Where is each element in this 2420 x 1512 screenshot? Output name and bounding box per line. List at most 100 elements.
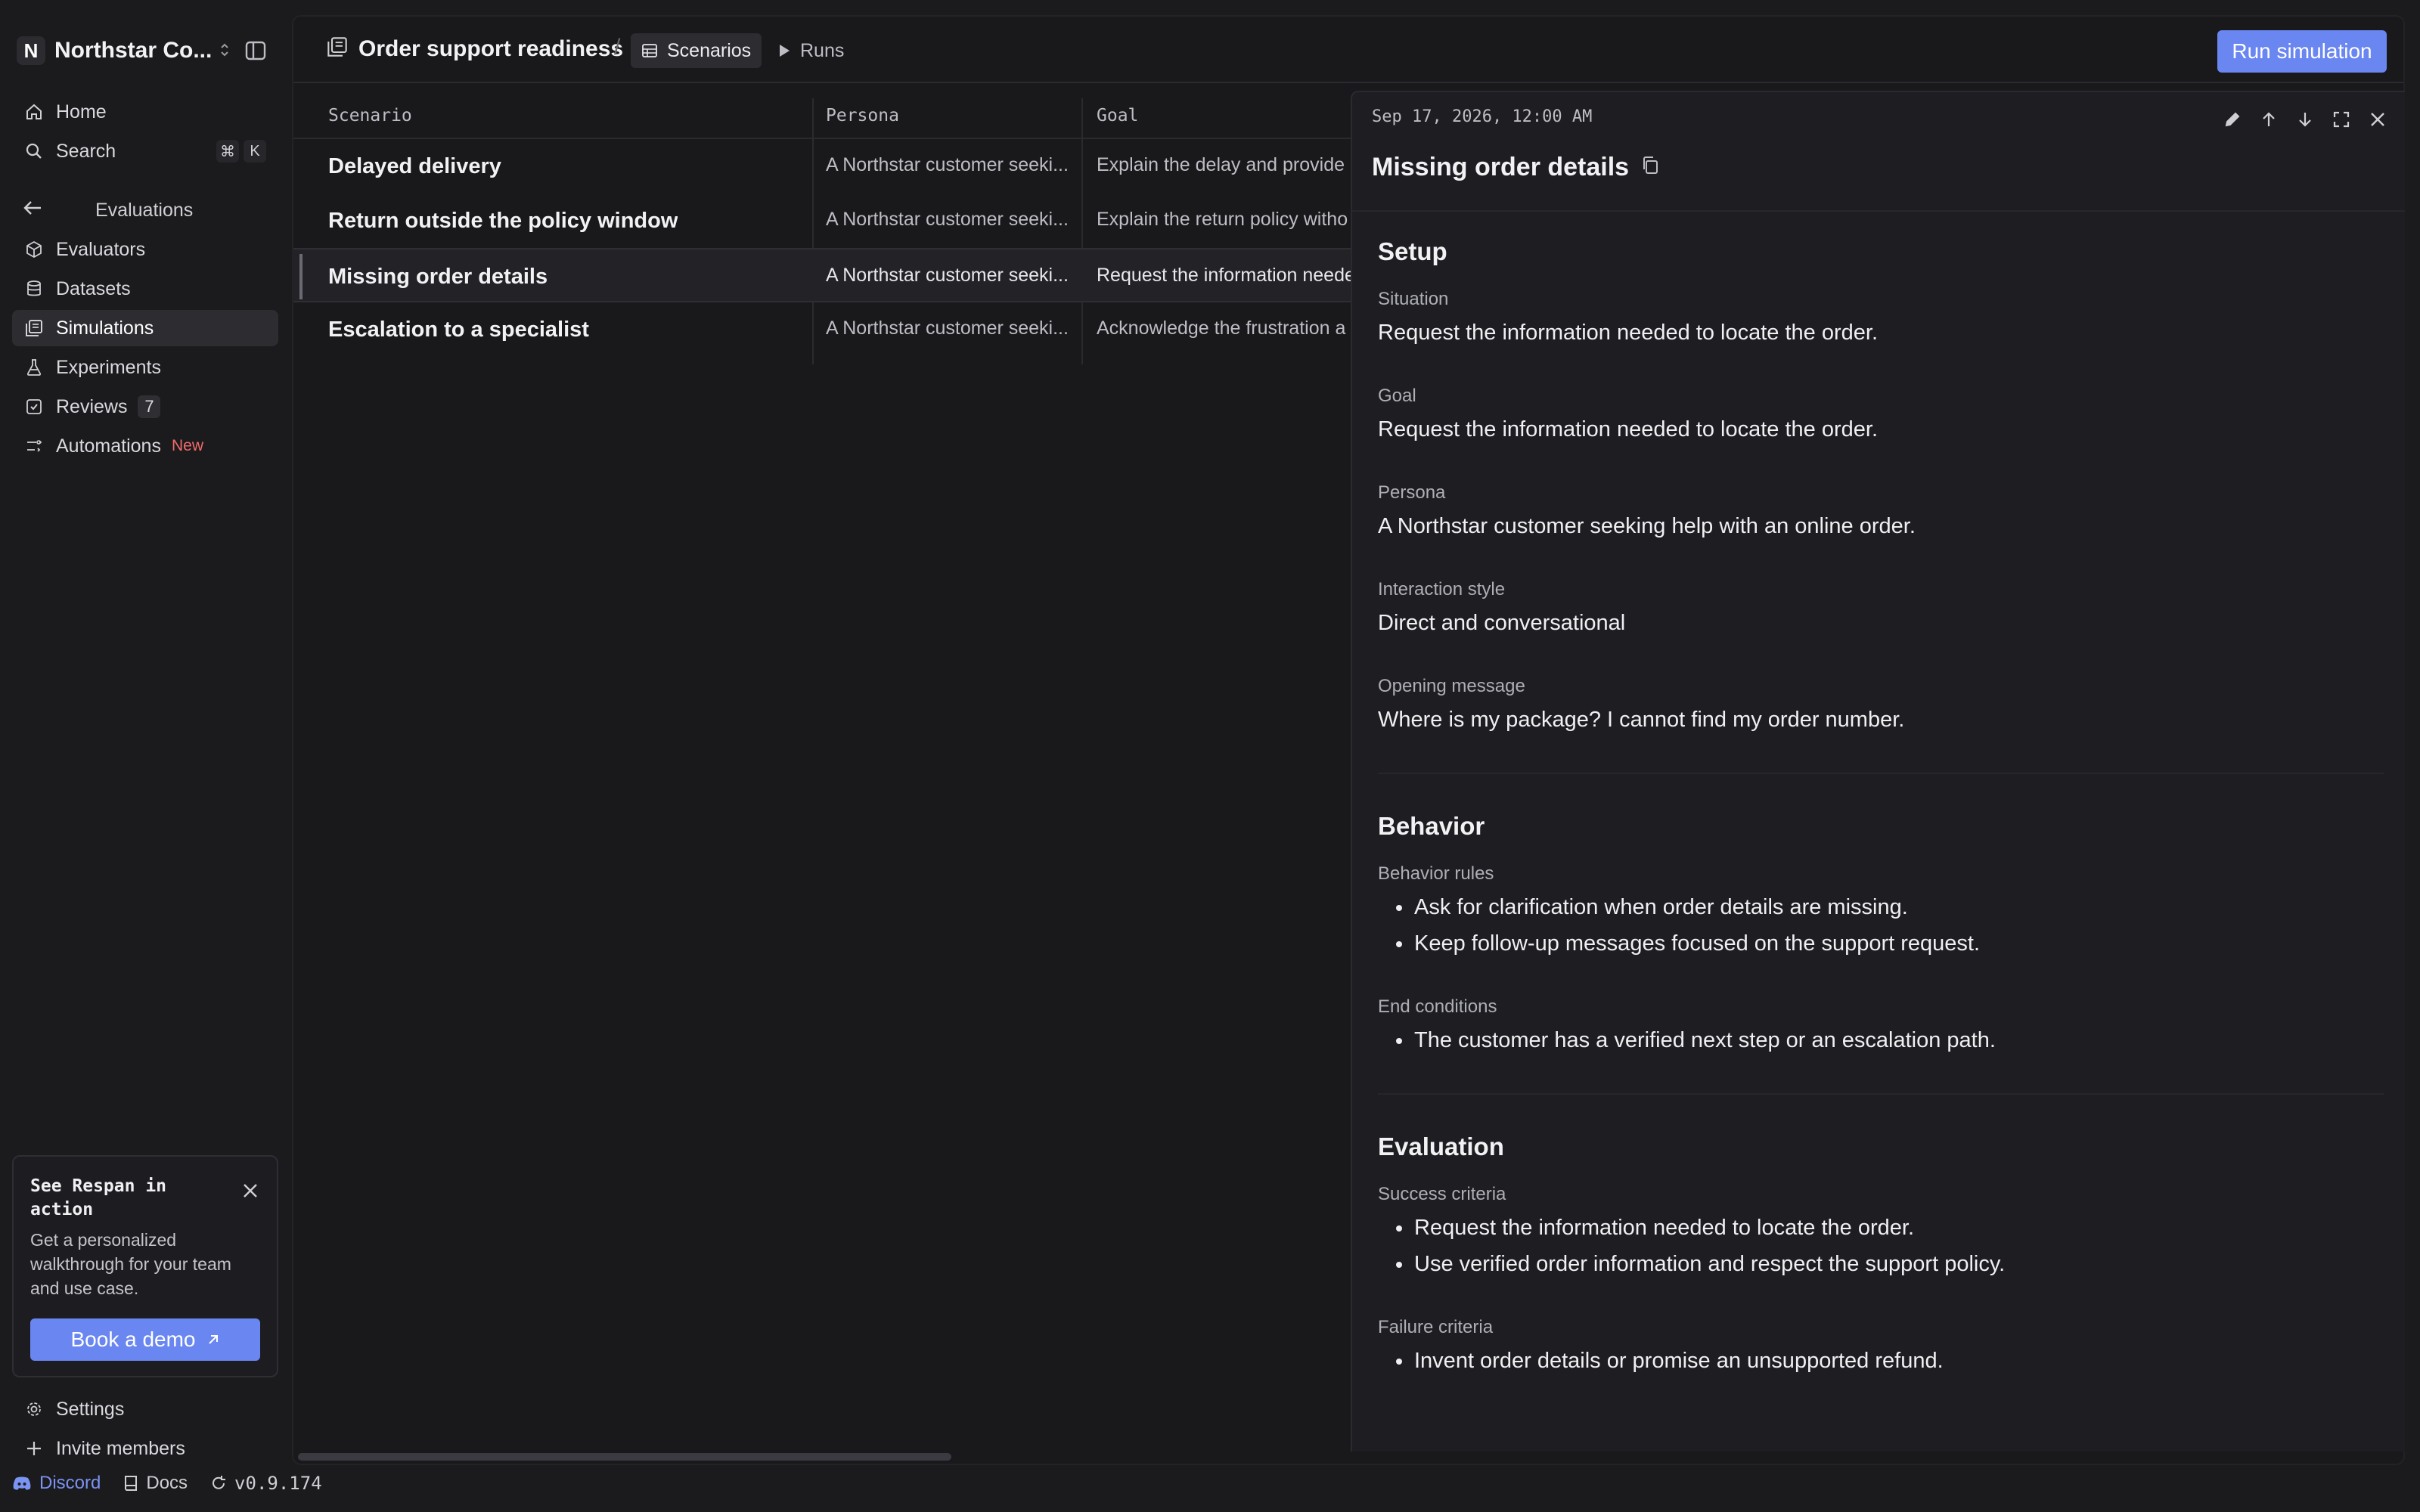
version-label: v0.9.174: [234, 1473, 322, 1494]
review-check-icon: [24, 397, 44, 417]
close-icon[interactable]: [240, 1181, 260, 1201]
failure-criteria-label: Failure criteria: [1378, 1317, 1494, 1337]
column-persona[interactable]: Persona: [826, 106, 899, 125]
expand-icon[interactable]: [2328, 106, 2355, 133]
section-divider: [1378, 1093, 2384, 1095]
goal-value: Request the information needed to locate…: [1378, 417, 1878, 442]
evaluation-heading: Evaluation: [1378, 1132, 1504, 1160]
nav-automations[interactable]: Automations New: [12, 428, 278, 464]
plus-icon: [24, 1439, 44, 1458]
list-item: The customer has a verified next step or…: [1378, 1022, 1996, 1058]
breadcrumb-separator: /: [614, 35, 621, 60]
scenario-detail-panel: Sep 17, 2026, 12:00 AM Missing order det…: [1351, 91, 2405, 1452]
search-shortcut: ⌘ K: [216, 140, 266, 163]
simulations-icon: [24, 318, 44, 338]
selection-indicator: [299, 254, 302, 299]
list-item: Use verified order information and respe…: [1378, 1246, 2005, 1282]
divider: [1352, 210, 2405, 212]
discord-icon: [13, 1476, 31, 1490]
horizontal-scrollbar[interactable]: [298, 1453, 951, 1461]
sidebar-toggle-icon[interactable]: [240, 36, 271, 65]
shortcut-k: K: [244, 140, 266, 163]
arrow-left-icon: [23, 200, 42, 222]
database-icon: [24, 279, 44, 299]
arrow-down-icon[interactable]: [2291, 106, 2319, 133]
new-badge: New: [171, 437, 203, 454]
column-scenario[interactable]: Scenario: [328, 106, 412, 125]
tab-runs[interactable]: Runs: [767, 33, 855, 68]
nav-home[interactable]: Home: [12, 94, 278, 130]
refresh-icon: [213, 1476, 226, 1489]
goal-cell: Request the information neede: [1097, 265, 1354, 286]
automations-icon: [24, 436, 44, 456]
promo-title: See Respan in action: [30, 1176, 167, 1219]
nav-reviews[interactable]: Reviews 7: [12, 389, 278, 425]
nav-search[interactable]: Search ⌘ K: [12, 133, 278, 169]
tab-scenarios-label: Scenarios: [667, 39, 752, 61]
nav-invite-label: Invite members: [56, 1437, 185, 1459]
page-title[interactable]: Order support readiness: [358, 36, 623, 62]
nav-simulations-label: Simulations: [56, 317, 154, 339]
nav-search-label: Search: [56, 140, 116, 162]
detail-date: Sep 17, 2026, 12:00 AM: [1372, 107, 1593, 126]
opening-message-label: Opening message: [1378, 676, 1525, 696]
workspace-switcher[interactable]: N Northstar Co...: [17, 35, 274, 67]
nav-evaluators-label: Evaluators: [56, 238, 146, 260]
cube-icon: [24, 240, 44, 259]
persona-cell: A Northstar customer seeki...: [826, 265, 1069, 286]
book-demo-button[interactable]: Book a demo: [30, 1318, 260, 1361]
nav-evaluators[interactable]: Evaluators: [12, 231, 278, 268]
search-icon: [24, 141, 44, 161]
interaction-style-label: Interaction style: [1378, 579, 1506, 600]
scenario-name: Return outside the policy window: [328, 209, 678, 233]
play-icon: [780, 45, 790, 57]
end-conditions-label: End conditions: [1378, 996, 1497, 1017]
discord-link[interactable]: Discord: [12, 1473, 101, 1494]
scenario-name: Delayed delivery: [328, 154, 501, 178]
edit-icon[interactable]: [2219, 106, 2246, 133]
setup-heading: Setup: [1378, 237, 1447, 265]
panel-actions: [2219, 106, 2391, 133]
chevron-updown-icon: [219, 42, 230, 60]
scenario-name: Missing order details: [328, 265, 548, 289]
book-demo-label: Book a demo: [70, 1328, 196, 1351]
sidebar-footer: Discord Docs v0.9.174: [12, 1468, 345, 1498]
nav-home-label: Home: [56, 101, 107, 122]
back-to-evaluations[interactable]: Evaluations: [12, 192, 278, 228]
nav-simulations[interactable]: Simulations: [12, 310, 278, 346]
workspace-name: Northstar Co...: [54, 38, 213, 63]
situation-value: Request the information needed to locate…: [1378, 321, 1878, 345]
nav-settings[interactable]: Settings: [12, 1391, 278, 1427]
detail-title-row: Missing order details: [1372, 153, 1659, 182]
list-item: Ask for clarification when order details…: [1378, 889, 1980, 925]
end-conditions-list: The customer has a verified next step or…: [1378, 1022, 1996, 1058]
situation-label: Situation: [1378, 289, 1449, 309]
docs-link[interactable]: Docs: [123, 1473, 188, 1494]
gear-icon: [24, 1399, 44, 1419]
tab-scenarios[interactable]: Scenarios: [631, 33, 762, 68]
nav-experiments[interactable]: Experiments: [12, 349, 278, 386]
detail-title: Missing order details: [1372, 153, 1630, 181]
version-info[interactable]: v0.9.174: [210, 1473, 322, 1494]
scenario-name: Escalation to a specialist: [328, 318, 589, 342]
column-goal[interactable]: Goal: [1097, 106, 1138, 125]
close-icon[interactable]: [2364, 106, 2391, 133]
nav-datasets[interactable]: Datasets: [12, 271, 278, 307]
discord-label: Discord: [39, 1473, 101, 1493]
book-icon: [125, 1476, 138, 1491]
top-bar: Order support readiness / Scenarios Runs…: [293, 17, 2403, 83]
home-icon: [24, 102, 44, 122]
persona-cell: A Northstar customer seeki...: [826, 209, 1069, 230]
copy-icon[interactable]: [1641, 153, 1659, 182]
goal-label: Goal: [1378, 386, 1416, 406]
reviews-count-badge: 7: [138, 395, 161, 418]
run-simulation-button[interactable]: Run simulation: [2217, 30, 2387, 73]
opening-message-value: Where is my package? I cannot find my or…: [1378, 708, 1905, 732]
shortcut-cmd: ⌘: [216, 140, 239, 163]
nav-settings-label: Settings: [56, 1398, 125, 1420]
goal-cell: Acknowledge the frustration a: [1097, 318, 1346, 339]
arrow-up-icon[interactable]: [2255, 106, 2282, 133]
nav-invite-members[interactable]: Invite members: [12, 1430, 278, 1467]
simulations-icon: [327, 36, 348, 63]
success-criteria-list: Request the information needed to locate…: [1378, 1210, 2005, 1282]
